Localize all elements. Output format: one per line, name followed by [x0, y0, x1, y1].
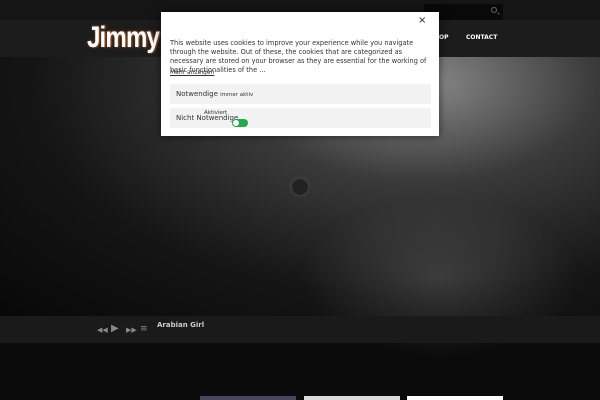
close-icon[interactable]: × [418, 15, 426, 26]
category-necessary[interactable]: Notwendige immer aktiv [170, 84, 431, 104]
search-icon[interactable] [491, 7, 497, 13]
category-label: Notwendige [176, 90, 218, 98]
play-icon[interactable]: ▶ [111, 323, 119, 334]
site-logo[interactable]: Jimmy [87, 21, 160, 55]
next-icon[interactable]: ▶▶ [126, 326, 137, 334]
playlist-icon[interactable]: ≡ [140, 324, 148, 334]
nav-item-shop[interactable]: OP [439, 34, 449, 41]
show-more-link[interactable]: Mehr anzeigen [170, 69, 214, 76]
thumbnail[interactable] [304, 396, 400, 400]
non-necessary-toggle[interactable] [232, 119, 248, 127]
cookie-consent-dialog: × This website uses cookies to improve y… [161, 12, 439, 136]
thumbnail[interactable] [407, 396, 503, 400]
hero-circle [292, 179, 308, 195]
nav-item-contact[interactable]: CONTACT [466, 34, 497, 41]
prev-icon[interactable]: ◀◀ [97, 326, 108, 334]
category-status: immer aktiv [220, 92, 254, 98]
thumbnail[interactable] [200, 396, 296, 400]
music-player [0, 316, 600, 343]
track-title: Arabian Girl [157, 321, 205, 329]
toggle-label: Aktiviert [204, 110, 228, 116]
